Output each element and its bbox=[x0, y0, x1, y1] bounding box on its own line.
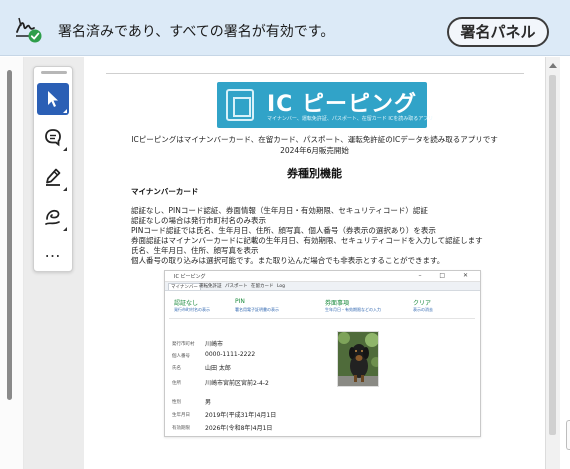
ic-chip-icon bbox=[226, 89, 254, 121]
section-title: 券種別機能 bbox=[287, 167, 342, 180]
embedded-app-screenshot: IC ピーピング – □ ✕ マイナンバー 運転免許証 パスポート 在留カード … bbox=[164, 270, 481, 437]
embedded-head: 券面事項 bbox=[325, 300, 350, 307]
select-tool-button[interactable] bbox=[37, 83, 69, 115]
signature-status-text: 署名済みであり、すべての署名が有効です。 bbox=[58, 24, 335, 40]
field-value: 2026年(令和8年)4月1日 bbox=[205, 425, 273, 432]
release-date: 2024年6月販売開始 bbox=[280, 146, 349, 155]
pen-highlight-icon bbox=[46, 168, 61, 186]
body-line: 個人番号の取り込みは選択可能です。また取り込んだ場合でも非表示とすることができま… bbox=[131, 256, 445, 265]
embedded-head-sub: 署名用電子証明書の表示 bbox=[235, 307, 279, 312]
field-label: 有効期限 bbox=[172, 426, 190, 431]
field-value: 川崎市宮前区宮前2-4-2 bbox=[205, 380, 269, 387]
submenu-corner bbox=[63, 147, 67, 151]
subsection-title: マイナンバーカード bbox=[131, 187, 199, 196]
embedded-title-bar: IC ピーピング – □ ✕ bbox=[165, 271, 480, 282]
document-page: IC ピーピング マイナンバー、運転免許証、パスポート、在留カード ICを読み取… bbox=[84, 57, 545, 469]
field-label: 発行市町村 bbox=[172, 342, 195, 347]
field-label: 個人番号 bbox=[172, 354, 190, 359]
side-panel-handle[interactable] bbox=[566, 420, 570, 450]
field-value: 0000-1111-2222 bbox=[205, 351, 256, 358]
field-label: 生年月日 bbox=[172, 413, 190, 418]
tool-palette: … bbox=[33, 66, 73, 272]
embedded-tab: マイナンバー bbox=[168, 283, 201, 290]
field-value: 男 bbox=[205, 399, 212, 406]
palette-grip[interactable] bbox=[41, 71, 67, 74]
logo-subtitle: マイナンバー、運転免許証、パスポート、在留カード ICを読み取るアプリ bbox=[267, 116, 434, 122]
field-label: 性別 bbox=[172, 400, 181, 405]
vertical-scrollbar[interactable] bbox=[545, 57, 560, 469]
embedded-tab: 在留カード bbox=[251, 284, 274, 289]
highlight-tool-button[interactable] bbox=[37, 161, 69, 193]
signature-bar: 署名済みであり、すべての署名が有効です。 署名パネル bbox=[0, 0, 570, 56]
submenu-corner bbox=[63, 227, 67, 231]
dog-photo-image bbox=[338, 332, 378, 386]
arrow-cursor-icon bbox=[48, 91, 58, 107]
signature-valid-icon bbox=[16, 17, 42, 43]
field-value: 2019年(平成31年)4月1日 bbox=[205, 412, 277, 419]
embedded-head: クリア bbox=[413, 300, 432, 307]
embedded-window-title: IC ピーピング bbox=[174, 274, 206, 280]
app-logo: IC ピーピング マイナンバー、運転免許証、パスポート、在留カード ICを読み取… bbox=[217, 82, 433, 128]
embedded-tab: 運転免許証 bbox=[199, 284, 222, 289]
intro-text: ICピーピングはマイナンバーカード、在留カード、パスポート、運転免許証のICデー… bbox=[131, 135, 498, 144]
comment-tool-button[interactable] bbox=[37, 121, 69, 153]
embedded-divider bbox=[169, 318, 475, 319]
draw-tool-button[interactable] bbox=[37, 201, 69, 233]
left-rail bbox=[0, 57, 24, 469]
field-value: 山田 太郎 bbox=[205, 365, 231, 372]
embedded-tab: パスポート bbox=[225, 284, 248, 289]
field-label: 氏名 bbox=[172, 366, 181, 371]
dog-photo bbox=[337, 331, 379, 387]
signature-panel-button[interactable]: 署名パネル bbox=[447, 17, 549, 47]
freehand-draw-icon bbox=[45, 209, 60, 225]
embedded-head-sub: 生年月日・有効期限などの入力 bbox=[325, 307, 381, 312]
more-tools-button[interactable]: … bbox=[37, 244, 69, 267]
right-margin bbox=[560, 57, 570, 469]
comment-bubble-icon bbox=[45, 129, 61, 147]
field-label: 住所 bbox=[172, 381, 181, 386]
embedded-tab: Log bbox=[277, 284, 286, 289]
submenu-corner bbox=[63, 109, 67, 113]
embedded-tabs: マイナンバー 運転免許証 パスポート 在留カード Log bbox=[165, 282, 480, 291]
embedded-head-sub: 表示の消去 bbox=[413, 307, 433, 312]
left-scrollbar[interactable] bbox=[7, 70, 12, 400]
field-value: 川崎市 bbox=[205, 341, 224, 348]
scroll-thumb[interactable] bbox=[549, 75, 556, 435]
embedded-window-controls: – □ ✕ bbox=[418, 272, 476, 279]
embedded-head: 認証なし bbox=[174, 300, 199, 307]
embedded-head-sub: 発行市町村名の表示 bbox=[174, 307, 210, 312]
page-header-rule bbox=[106, 73, 524, 74]
logo-title: IC ピーピング bbox=[267, 92, 417, 117]
submenu-corner bbox=[63, 187, 67, 191]
scroll-up-icon[interactable] bbox=[549, 63, 557, 68]
embedded-head: PIN bbox=[235, 298, 245, 305]
